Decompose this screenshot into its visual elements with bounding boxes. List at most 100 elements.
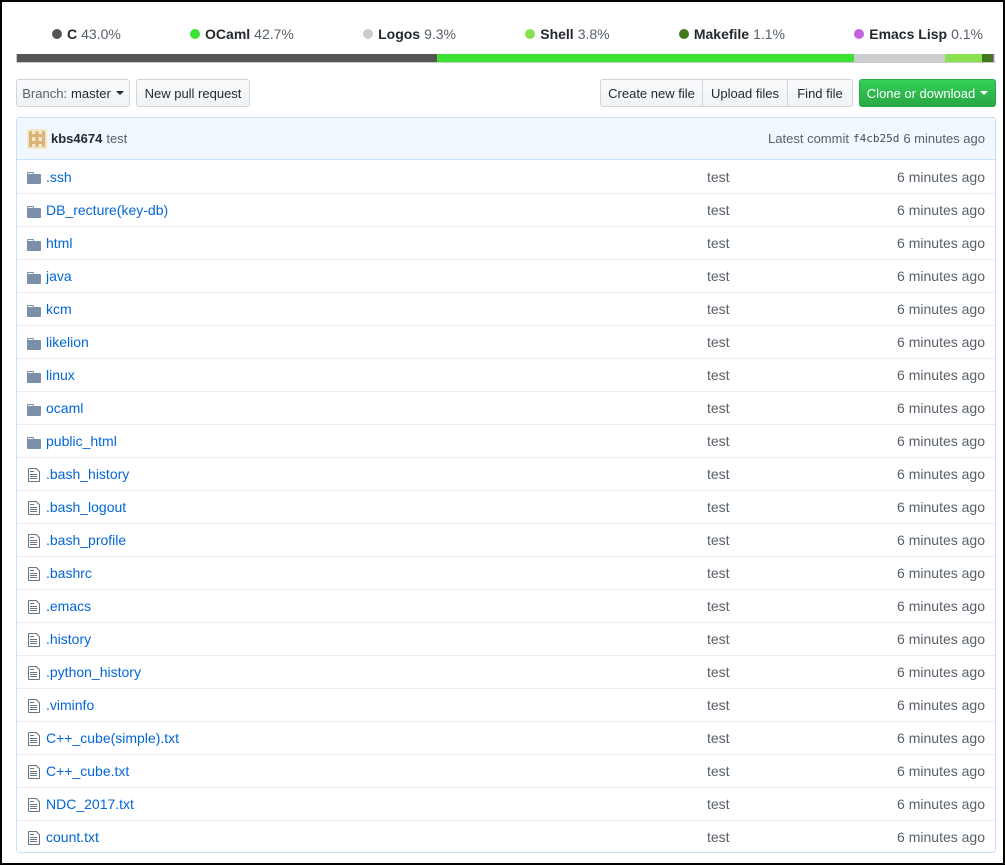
- commit-author[interactable]: kbs4674: [51, 131, 102, 146]
- language-item[interactable]: Shell 3.8%: [525, 26, 610, 42]
- file-name-link[interactable]: .history: [46, 631, 91, 647]
- file-commit-message[interactable]: test: [707, 202, 730, 218]
- file-commit-message[interactable]: test: [707, 829, 730, 845]
- file-name-link[interactable]: public_html: [46, 433, 117, 449]
- commit-sha[interactable]: f4cb25d: [853, 132, 899, 145]
- file-commit-message[interactable]: test: [707, 664, 730, 680]
- folder-icon: [27, 305, 41, 317]
- commit-message[interactable]: test: [106, 131, 127, 146]
- file-name-link[interactable]: ocaml: [46, 400, 83, 416]
- file-commit-message[interactable]: test: [707, 301, 730, 317]
- language-percent: 43.0%: [81, 26, 121, 42]
- language-percent: 3.8%: [577, 26, 610, 42]
- language-percent: 9.3%: [424, 26, 457, 42]
- file-name-link[interactable]: C++_cube(simple).txt: [46, 730, 179, 746]
- file-commit-message[interactable]: test: [707, 499, 730, 515]
- file-commit-message[interactable]: test: [707, 334, 730, 350]
- file-commit-message[interactable]: test: [707, 466, 730, 482]
- table-row: .ssh test 6 minutes ago: [17, 160, 995, 193]
- file-age: 6 minutes ago: [897, 763, 985, 779]
- file-icon: [28, 633, 40, 647]
- file-name-link[interactable]: .bashrc: [46, 565, 92, 581]
- language-item[interactable]: Logos 9.3%: [363, 26, 456, 42]
- table-row: .python_history test 6 minutes ago: [17, 655, 995, 688]
- caret-down-icon: [115, 91, 124, 95]
- file-commit-message[interactable]: test: [707, 565, 730, 581]
- clone-or-download-button[interactable]: Clone or download: [859, 79, 996, 107]
- file-name-link[interactable]: likelion: [46, 334, 89, 350]
- new-pull-request-button[interactable]: New pull request: [136, 79, 250, 107]
- file-list: kbs4674 test Latest commit f4cb25d 6 min…: [16, 117, 996, 853]
- table-row: NDC_2017.txt test 6 minutes ago: [17, 787, 995, 820]
- file-commit-message[interactable]: test: [707, 367, 730, 383]
- file-name-link[interactable]: .bash_profile: [46, 532, 126, 548]
- file-commit-message[interactable]: test: [707, 532, 730, 548]
- create-new-file-button[interactable]: Create new file: [600, 79, 703, 107]
- language-color-dot: [678, 29, 689, 39]
- upload-files-button[interactable]: Upload files: [702, 79, 788, 107]
- table-row: linux test 6 minutes ago: [17, 358, 995, 391]
- language-item[interactable]: Makefile 1.1%: [678, 26, 785, 42]
- file-commit-message[interactable]: test: [707, 796, 730, 812]
- file-age: 6 minutes ago: [897, 168, 985, 185]
- file-name-link[interactable]: .python_history: [46, 664, 141, 680]
- language-color-dot: [52, 29, 62, 39]
- table-row: .bash_profile test 6 minutes ago: [17, 523, 995, 556]
- file-name-link[interactable]: C++_cube.txt: [46, 763, 129, 779]
- file-name-link[interactable]: kcm: [46, 301, 72, 317]
- language-bar: [16, 54, 995, 63]
- file-age: 6 minutes ago: [897, 202, 985, 218]
- avatar[interactable]: [27, 128, 47, 149]
- file-name-link[interactable]: html: [46, 235, 72, 251]
- file-name-link[interactable]: NDC_2017.txt: [46, 796, 134, 812]
- file-name-link[interactable]: DB_recture(key-db): [46, 202, 168, 218]
- language-item[interactable]: Emacs Lisp 0.1%: [854, 26, 983, 42]
- file-commit-message[interactable]: test: [707, 631, 730, 647]
- language-stats: C 43.0% OCaml 42.7% Logos 9.3% Shell 3.8% Makefi…: [16, 18, 995, 50]
- screenshot-frame: C 43.0% OCaml 42.7% Logos 9.3% Shell 3.8% Makefi…: [0, 0, 1005, 865]
- file-name-link[interactable]: count.txt: [46, 829, 99, 845]
- language-bar-segment: [854, 54, 946, 62]
- file-name-link[interactable]: java: [46, 268, 72, 284]
- file-name-link[interactable]: .ssh: [46, 169, 72, 185]
- clone-or-download-label: Clone or download: [866, 85, 976, 101]
- file-commit-message[interactable]: test: [707, 169, 730, 185]
- find-file-button[interactable]: Find file: [787, 79, 853, 107]
- latest-commit-bar: kbs4674 test Latest commit f4cb25d 6 min…: [17, 118, 995, 160]
- file-age: 6 minutes ago: [897, 334, 985, 350]
- file-commit-message[interactable]: test: [707, 598, 730, 614]
- file-icon: [28, 534, 40, 548]
- file-name-link[interactable]: .bash_logout: [46, 499, 126, 515]
- language-item[interactable]: C 43.0%: [52, 26, 121, 42]
- file-commit-message[interactable]: test: [707, 763, 730, 779]
- file-commit-message[interactable]: test: [707, 697, 730, 713]
- file-rows: .ssh test 6 minutes ago DB_recture(key-db) t…: [17, 160, 995, 852]
- file-commit-message[interactable]: test: [707, 235, 730, 251]
- language-bar-segment: [437, 54, 855, 62]
- table-row: ocaml test 6 minutes ago: [17, 391, 995, 424]
- file-commit-message[interactable]: test: [707, 268, 730, 284]
- file-name-link[interactable]: .viminfo: [46, 697, 94, 713]
- file-age: 6 minutes ago: [897, 829, 985, 845]
- language-item[interactable]: OCaml 42.7%: [190, 26, 294, 42]
- file-icon: [28, 732, 40, 746]
- file-age: 6 minutes ago: [897, 796, 985, 812]
- file-commit-message[interactable]: test: [707, 400, 730, 416]
- table-row: .bash_history test 6 minutes ago: [17, 457, 995, 490]
- language-name: OCaml: [205, 26, 251, 42]
- language-bar-segment: [993, 54, 994, 62]
- file-commit-message[interactable]: test: [707, 730, 730, 746]
- file-icon: [28, 765, 40, 779]
- file-commit-message[interactable]: test: [707, 433, 730, 449]
- language-bar-segment: [982, 54, 993, 62]
- file-icon: [28, 699, 40, 713]
- file-name-link[interactable]: .emacs: [46, 598, 91, 614]
- file-age: 6 minutes ago: [897, 631, 985, 647]
- file-name-link[interactable]: .bash_history: [46, 466, 129, 482]
- folder-icon: [27, 371, 41, 383]
- file-name-link[interactable]: linux: [46, 367, 75, 383]
- branch-select-button[interactable]: Branch: master: [16, 79, 130, 107]
- language-color-dot: [525, 29, 536, 39]
- language-percent: 0.1%: [951, 26, 983, 42]
- caret-down-icon: [980, 91, 989, 95]
